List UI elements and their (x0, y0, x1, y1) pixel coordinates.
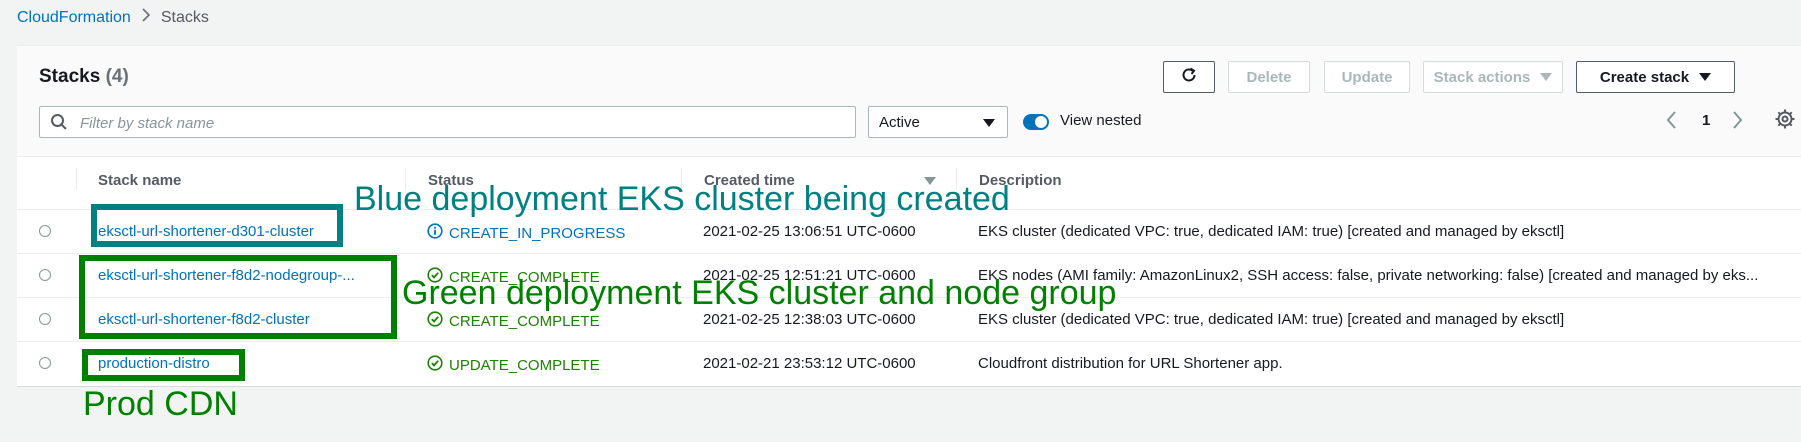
caret-down-icon (983, 119, 995, 127)
description-cell: EKS cluster (dedicated VPC: true, dedica… (978, 311, 1565, 328)
table-row[interactable]: production-distro UPDATE_COMPLETE 2021-0… (17, 341, 1801, 386)
row-select-radio[interactable] (39, 357, 51, 369)
create-stack-button[interactable]: Create stack (1576, 61, 1735, 93)
view-nested-toggle[interactable] (1023, 114, 1049, 130)
prod-highlight-box (82, 349, 245, 381)
row-select-radio[interactable] (39, 225, 51, 237)
caret-down-icon (1540, 73, 1553, 81)
status-filter-select[interactable]: Active (868, 106, 1008, 138)
status-text: CREATE_IN_PROGRESS (449, 224, 626, 242)
column-header-stack-name[interactable]: Stack name (98, 172, 181, 189)
status-text: CREATE_COMPLETE (449, 312, 600, 330)
row-select-radio[interactable] (39, 269, 51, 281)
chevron-right-icon (141, 8, 151, 27)
refresh-button[interactable] (1163, 61, 1215, 93)
stack-count: (4) (105, 66, 129, 87)
blue-annotation-label: Blue deployment EKS cluster being create… (354, 180, 1010, 218)
next-page-button[interactable] (1732, 110, 1744, 136)
blue-highlight-box (91, 204, 343, 247)
status-cell: UPDATE_COMPLETE (427, 355, 600, 375)
status-text: UPDATE_COMPLETE (449, 356, 600, 374)
column-divider (76, 168, 77, 190)
prod-annotation-label: Prod CDN (83, 385, 238, 423)
green-highlight-box (79, 255, 397, 339)
view-nested-label: View nested (1060, 112, 1142, 129)
green-annotation-label: Green deployment EKS cluster and node gr… (402, 274, 1117, 312)
previous-page-button[interactable] (1665, 110, 1677, 136)
stack-actions-button[interactable]: Stack actions (1423, 61, 1563, 93)
stack-actions-label: Stack actions (1433, 68, 1531, 86)
info-icon (427, 223, 443, 243)
breadcrumb: CloudFormation Stacks (17, 8, 209, 27)
status-cell: CREATE_COMPLETE (427, 311, 600, 331)
title-text: Stacks (39, 66, 101, 87)
check-circle-icon (427, 311, 443, 331)
check-circle-icon (427, 355, 443, 375)
page-number[interactable]: 1 (1702, 112, 1710, 129)
description-cell: EKS cluster (dedicated VPC: true, dedica… (978, 223, 1565, 240)
update-button[interactable]: Update (1324, 61, 1410, 93)
breadcrumb-current: Stacks (160, 8, 209, 26)
created-time-cell: 2021-02-25 12:38:03 UTC-0600 (703, 311, 916, 328)
description-cell: Cloudfront distribution for URL Shortene… (978, 355, 1283, 372)
gear-icon[interactable] (1774, 108, 1796, 135)
panel-header: Stacks (4) Delete Update Stack actions C… (17, 46, 1801, 157)
status-cell: CREATE_IN_PROGRESS (427, 223, 625, 243)
created-time-cell: 2021-02-25 13:06:51 UTC-0600 (703, 223, 916, 240)
refresh-icon (1180, 66, 1198, 88)
create-stack-label: Create stack (1599, 68, 1690, 86)
search-input[interactable] (78, 107, 842, 139)
row-select-radio[interactable] (39, 313, 51, 325)
search-icon (50, 113, 68, 136)
caret-down-icon (1699, 73, 1712, 81)
created-time-cell: 2021-02-21 23:53:12 UTC-0600 (703, 355, 916, 372)
status-filter-value: Active (879, 113, 920, 131)
breadcrumb-cloudformation-link[interactable]: CloudFormation (17, 9, 131, 27)
page-title: Stacks (4) (39, 66, 129, 88)
chevron-right-icon (1733, 111, 1743, 129)
filter-field[interactable] (39, 106, 856, 139)
chevron-left-icon (1666, 111, 1676, 129)
delete-button[interactable]: Delete (1228, 61, 1310, 93)
